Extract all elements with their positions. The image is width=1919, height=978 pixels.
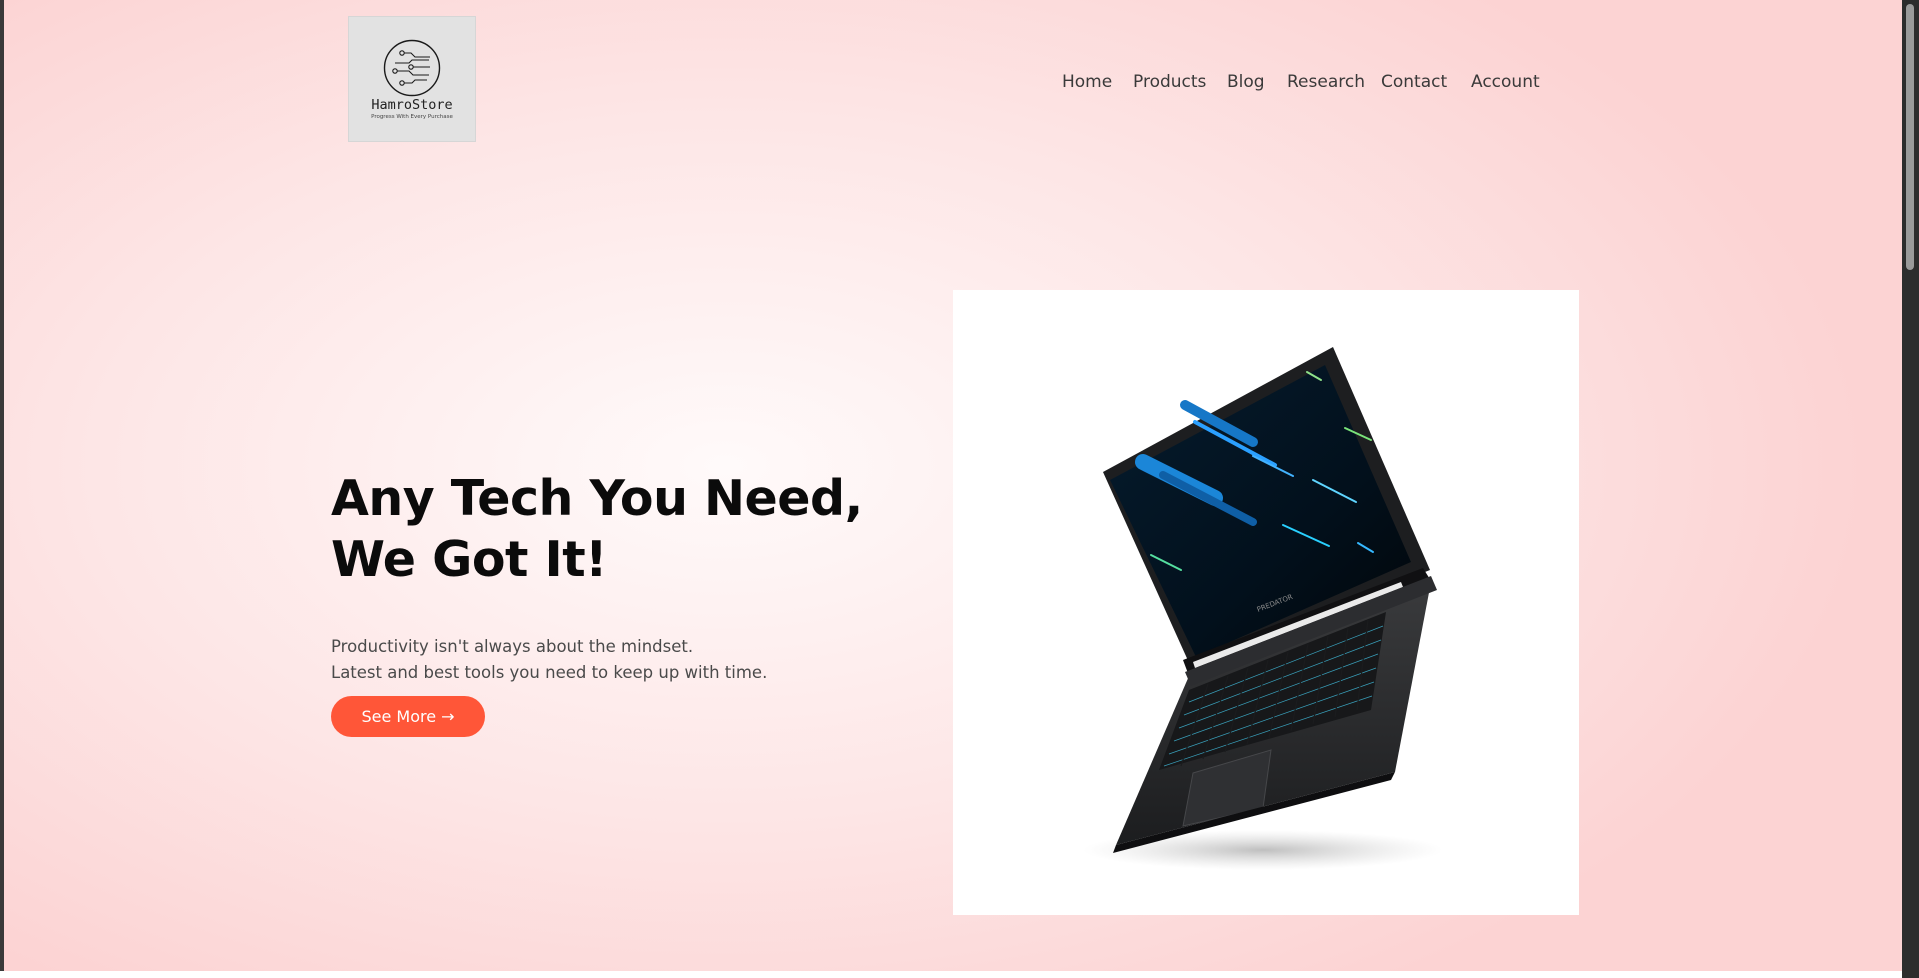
hero-title: Any Tech You Need, We Got It! <box>331 468 863 590</box>
nav-home[interactable]: Home <box>1062 72 1112 92</box>
hero-subtitle-line-2: Latest and best tools you need to keep u… <box>331 662 768 682</box>
nav-blog[interactable]: Blog <box>1227 72 1265 92</box>
hero-title-line-1: Any Tech You Need, <box>331 470 863 527</box>
circuit-logo-icon <box>383 39 441 97</box>
hero-title-line-2: We Got It! <box>331 531 607 588</box>
nav-account[interactable]: Account <box>1471 72 1540 92</box>
brand-tagline: Progress With Every Purchase <box>371 114 453 120</box>
page: HamroStore Progress With Every Purchase … <box>4 0 1902 971</box>
logo[interactable]: HamroStore Progress With Every Purchase <box>348 16 476 142</box>
nav-contact[interactable]: Contact <box>1381 72 1447 92</box>
hero-subtitle-line-1: Productivity isn't always about the mind… <box>331 636 694 656</box>
nav-products[interactable]: Products <box>1133 72 1206 92</box>
nav-research[interactable]: Research <box>1287 72 1365 92</box>
brand-name: HamroStore <box>371 97 453 113</box>
vertical-scrollbar[interactable] <box>1902 0 1919 978</box>
page-bottom-edge <box>0 971 1902 978</box>
scrollbar-thumb[interactable] <box>1906 4 1914 270</box>
see-more-button[interactable]: See More → <box>331 696 485 737</box>
hero-subtitle: Productivity isn't always about the mind… <box>331 634 767 686</box>
laptop-image: PREDATOR <box>1083 347 1443 870</box>
product-image: PREDATOR <box>953 290 1579 915</box>
